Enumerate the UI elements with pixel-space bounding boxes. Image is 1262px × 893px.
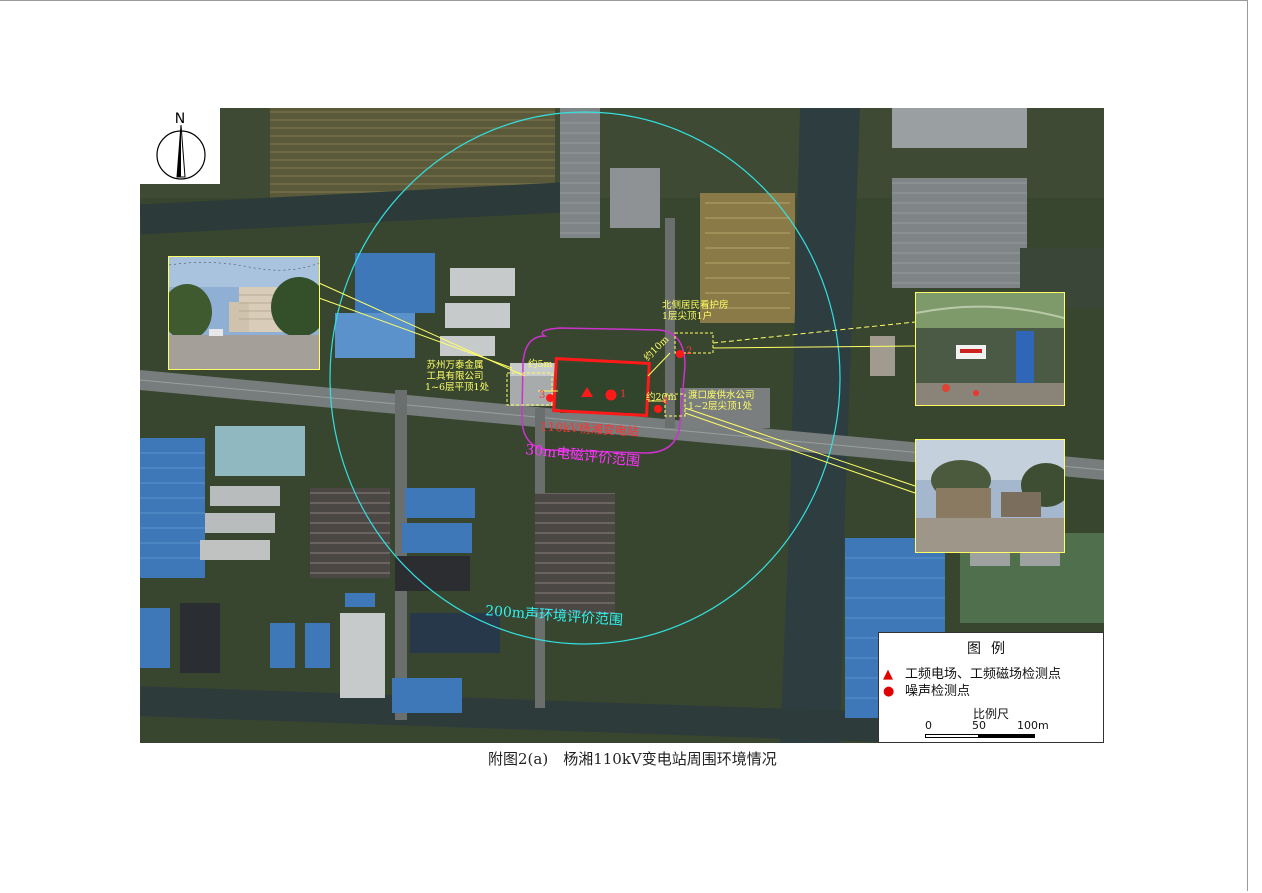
scale-tick-100: 100m: [1017, 719, 1049, 732]
label-company-west: 苏州万泰金属工具有限公司 1~6层平顶1处: [425, 360, 490, 394]
scale-tick-50: 50: [972, 719, 986, 732]
map-legend: 图例 ▲ 工频电场、工频磁场检测点 ● 噪声检测点 比例尺 0 50 100m: [878, 632, 1104, 743]
label-dist-west: 约5m: [528, 359, 553, 370]
label-company-west-detail: 1~6层平顶1处: [425, 381, 490, 393]
label-company-ne: 北侧居民看护房 1层尖顶1户: [662, 300, 729, 323]
dot-icon: ●: [883, 684, 895, 699]
leader-west-2: [318, 297, 513, 369]
north-arrow-icon: [156, 124, 206, 180]
marker-label-4: 4: [662, 396, 669, 407]
substation-boundary: [552, 357, 651, 418]
scale-title: 比例尺: [972, 707, 1009, 721]
photo-west-factory[interactable]: [168, 256, 320, 370]
photo-ne-image: [916, 293, 1064, 405]
aerial-map[interactable]: 110kV杨湘变电站 30m电磁评价范围 200m声环境评价范围 苏州万泰金属工…: [140, 108, 1104, 743]
leader-west-1: [318, 282, 526, 377]
marker-label-3: 3: [539, 390, 546, 401]
legend-item-noise-label: 噪声检测点: [905, 684, 971, 699]
noise-point-1[interactable]: [605, 389, 617, 401]
leader-east-2: [684, 412, 916, 494]
legend-title: 图例: [967, 641, 1015, 657]
leader-east-1: [684, 407, 916, 487]
marker-label-2: 2: [686, 346, 693, 357]
scale-tick-0: 0: [925, 719, 932, 732]
leader-ne-2: [712, 345, 916, 349]
em-point-marker[interactable]: [581, 387, 593, 397]
noise-point-4[interactable]: [654, 405, 662, 413]
figure-caption: 附图2(a) 杨湘110kV变电站周围环境情况: [488, 750, 777, 768]
north-arrow: N: [140, 108, 220, 184]
noise-point-2[interactable]: [676, 350, 684, 358]
label-company-ne-detail: 1层尖顶1户: [662, 310, 713, 322]
photo-west-image: [169, 257, 319, 369]
photo-east-waterworks[interactable]: [915, 439, 1065, 553]
label-company-west-name: 苏州万泰金属工具有限公司: [426, 360, 484, 382]
scale-bar-white: [925, 734, 979, 738]
noise-point-3[interactable]: [546, 394, 554, 402]
scale-bar-black: [979, 734, 1035, 738]
noise-range-circle: [329, 111, 841, 645]
photo-ne-house[interactable]: [915, 292, 1065, 406]
leader-ne-1: [712, 321, 916, 344]
photo-east-image: [916, 440, 1064, 552]
label-company-east-detail: 1~2层尖顶1处: [688, 400, 753, 412]
marker-label-1: 1: [620, 389, 627, 400]
label-company-east: 渡口废供水公司 1~2层尖顶1处: [688, 390, 755, 413]
legend-item-noise: ● 噪声检测点: [883, 680, 970, 699]
